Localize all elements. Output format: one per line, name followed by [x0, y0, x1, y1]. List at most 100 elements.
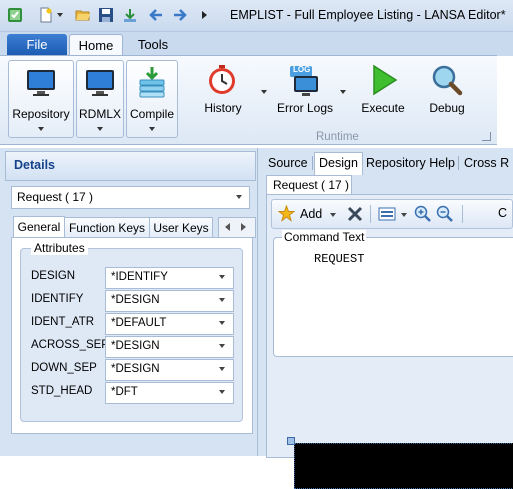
add-star-icon [278, 205, 295, 222]
attr-label-across-sep: ACROSS_SEP [31, 339, 109, 351]
download-icon[interactable] [122, 7, 138, 23]
zoom-out-icon[interactable] [436, 205, 454, 223]
chevron-down-icon [219, 390, 225, 394]
save-icon[interactable] [98, 7, 114, 23]
chevron-down-icon[interactable] [330, 213, 336, 217]
tab-tools[interactable]: Tools [128, 34, 178, 55]
attr-select-std-head[interactable]: *DFT [105, 382, 234, 404]
error-logs-dropdown-arrow[interactable] [340, 90, 346, 94]
chevron-down-icon [219, 275, 225, 279]
rdmlx-label: RDMLX [78, 107, 121, 121]
scroll-right-icon[interactable] [241, 223, 246, 231]
details-tabs: General Function Keys User Keys [11, 216, 256, 240]
chevron-down-icon [149, 127, 155, 131]
execute-label: Execute [361, 101, 405, 115]
history-dropdown-arrow[interactable] [261, 90, 267, 94]
attr-value: *IDENTIFY [111, 271, 168, 283]
chevron-down-icon [236, 195, 242, 199]
tab-design[interactable]: Design [314, 152, 363, 175]
compile-label: Compile [129, 107, 174, 121]
chevron-down-icon [219, 298, 225, 302]
attr-select-design[interactable]: *IDENTIFY [105, 267, 234, 289]
add-button[interactable]: Add [278, 205, 338, 223]
attr-value: *DFT [111, 386, 138, 398]
attr-select-across-sep[interactable]: *DESIGN [105, 336, 234, 358]
toolbar-clipped-item[interactable]: C [498, 206, 507, 220]
attr-select-down-sep[interactable]: *DESIGN [105, 359, 234, 381]
chevron-down-icon [219, 367, 225, 371]
add-label: Add [300, 207, 323, 221]
tab-function-keys[interactable]: Function Keys [64, 217, 150, 239]
monitor-icon [27, 70, 55, 96]
history-clock-icon [209, 65, 235, 94]
more-arrow-icon[interactable] [202, 11, 207, 19]
zoom-in-icon[interactable] [414, 205, 432, 223]
attr-label-std-head: STD_HEAD [31, 385, 93, 397]
log-badge: LOG [293, 65, 311, 74]
group-launcher-icon[interactable] [482, 132, 491, 141]
attr-label-identify: IDENTIFY [31, 293, 84, 305]
tab-separator [312, 156, 313, 170]
attr-label-ident-atr: IDENT_ATR [31, 316, 95, 328]
new-document-icon[interactable] [38, 7, 54, 23]
document-tab[interactable]: Request ( 17 ) [266, 175, 352, 195]
command-text: REQUEST [314, 252, 365, 266]
tab-repository-help[interactable]: Repository Help [362, 153, 459, 173]
execute-button[interactable]: Execute [358, 60, 408, 124]
ribbon: Repository RDMLX Compile History LOG Err… [0, 55, 497, 145]
chevron-down-icon [38, 127, 44, 131]
tab-separator [458, 156, 459, 170]
attributes-legend: Attributes [31, 241, 88, 255]
lansa-app-icon[interactable] [7, 7, 23, 23]
open-folder-icon[interactable] [75, 7, 91, 23]
error-log-icon: LOG [288, 64, 322, 98]
history-button[interactable]: History [198, 60, 248, 124]
magnifier-icon [432, 65, 463, 96]
repository-button[interactable]: Repository [8, 60, 74, 138]
attr-label-down-sep: DOWN_SEP [31, 362, 97, 374]
tab-scroll-buttons[interactable] [218, 217, 256, 238]
monitor-icon [86, 70, 114, 96]
tab-user-keys[interactable]: User Keys [149, 217, 213, 239]
attr-value: *DESIGN [111, 294, 160, 306]
back-arrow-icon[interactable] [148, 7, 164, 23]
command-text-group: Command Text REQUEST [273, 230, 513, 357]
object-select[interactable]: Request ( 17 ) [11, 186, 250, 209]
rdmlx-button[interactable]: RDMLX [76, 60, 124, 138]
attr-label-design: DESIGN [31, 270, 76, 282]
compile-icon [139, 67, 165, 98]
attr-select-ident-atr[interactable]: *DEFAULT [105, 313, 234, 335]
play-icon [373, 64, 398, 96]
tab-cross-reference[interactable]: Cross R [460, 153, 513, 173]
history-label: History [204, 101, 242, 115]
debug-button[interactable]: Debug [422, 60, 472, 124]
general-tab-content: Attributes DESIGN *IDENTIFY IDENTIFY *DE… [11, 237, 253, 434]
command-text-legend: Command Text [282, 230, 367, 244]
tab-file[interactable]: File [7, 34, 67, 55]
error-logs-button[interactable]: LOG Error Logs [274, 60, 336, 124]
ribbon-tab-row: File Home Tools [0, 32, 513, 58]
details-title: Details [14, 158, 55, 172]
attr-select-identify[interactable]: *DESIGN [105, 290, 234, 312]
attributes-group: Attributes DESIGN *IDENTIFY IDENTIFY *DE… [20, 241, 243, 422]
attr-value: *DEFAULT [111, 317, 167, 329]
details-header: Details [5, 151, 256, 181]
attr-value: *DESIGN [111, 340, 160, 352]
delete-icon[interactable] [346, 205, 364, 223]
toolbar-separator [462, 205, 463, 223]
compile-button[interactable]: Compile [126, 60, 178, 138]
field-list-icon[interactable] [378, 205, 396, 223]
debug-label: Debug [429, 101, 465, 115]
forward-arrow-icon[interactable] [172, 7, 188, 23]
tab-source[interactable]: Source [264, 153, 312, 173]
runtime-group-label: Runtime [316, 131, 359, 143]
scroll-left-icon[interactable] [225, 223, 230, 231]
editor-tabs: Source Design Repository Help Cross R [262, 152, 513, 175]
repository-label: Repository [12, 107, 70, 121]
chevron-down-icon[interactable] [401, 213, 407, 217]
attr-value: *DESIGN [111, 363, 160, 375]
details-panel: Details Request ( 17 ) General Function … [0, 148, 258, 456]
chevron-down-icon[interactable] [57, 13, 63, 17]
screen-design-canvas[interactable] [294, 443, 513, 489]
chevron-down-icon [97, 127, 103, 131]
